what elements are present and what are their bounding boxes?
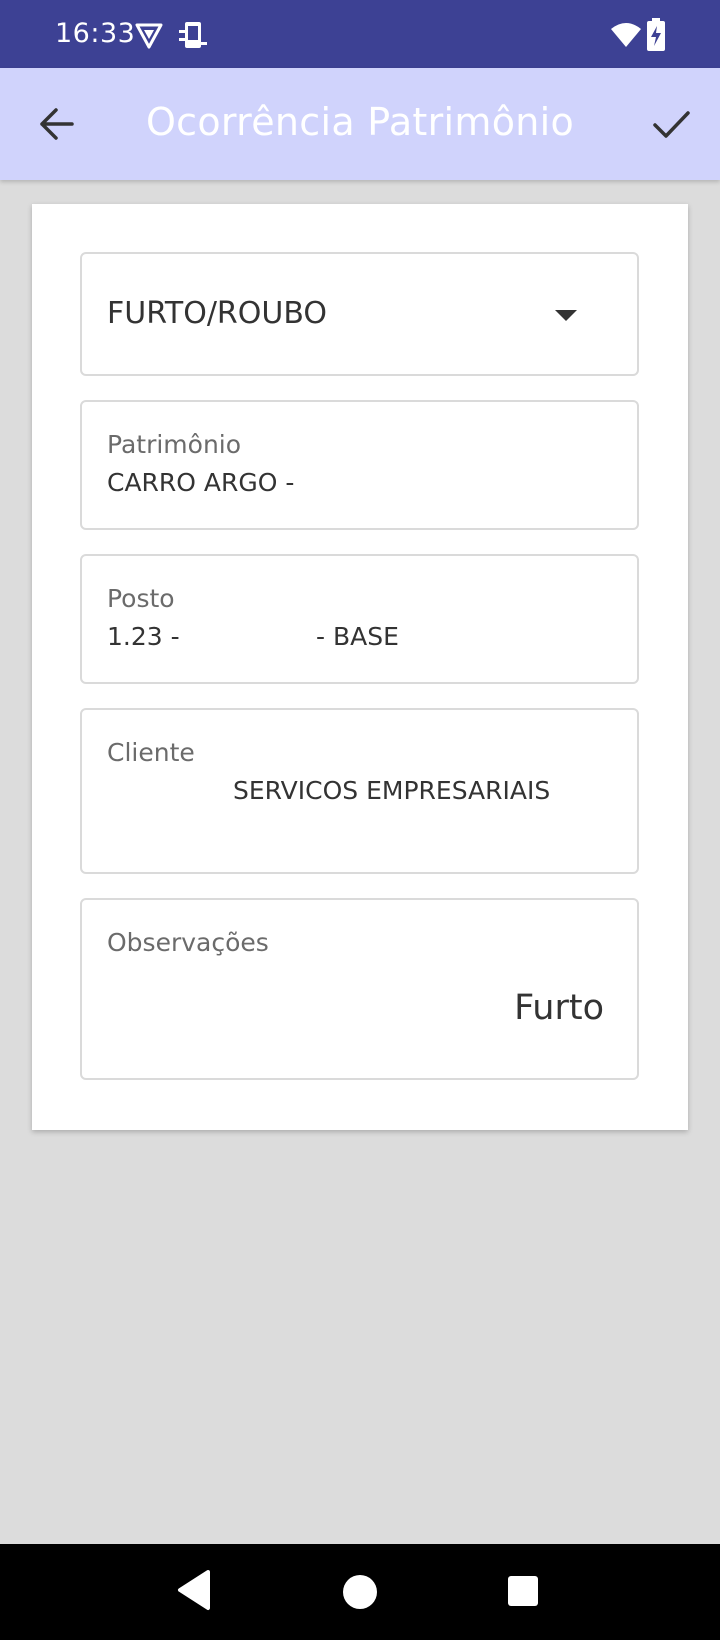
occurrence-type-select[interactable]: FURTO/ROUBO xyxy=(80,252,639,376)
battery-charging-icon xyxy=(646,18,666,56)
status-time: 16:33 xyxy=(55,18,136,49)
page-title: Ocorrência Patrimônio xyxy=(145,100,575,144)
observacoes-value: Furto xyxy=(514,988,604,1028)
recents-square-icon xyxy=(508,1576,538,1606)
chevron-down-icon xyxy=(555,310,577,321)
posto-field[interactable]: Posto 1.23 - - BASE xyxy=(80,554,639,684)
patrimonio-field[interactable]: Patrimônio CARRO ARGO - xyxy=(80,400,639,530)
patrimonio-label: Patrimônio xyxy=(107,430,242,459)
nav-recents-button[interactable] xyxy=(507,1575,539,1611)
patrimonio-value: CARRO ARGO - xyxy=(107,468,295,497)
device-icon xyxy=(176,20,208,56)
app-bar: Ocorrência Patrimônio xyxy=(0,68,720,180)
observacoes-label: Observações xyxy=(107,928,269,957)
posto-label: Posto xyxy=(107,584,175,613)
posto-value-suffix: - BASE xyxy=(316,622,399,651)
wifi-icon xyxy=(610,22,642,52)
nav-home-button[interactable] xyxy=(342,1574,378,1614)
status-bar: 16:33 xyxy=(0,0,720,68)
cliente-value: SERVICOS EMPRESARIAIS xyxy=(233,776,551,805)
form-card: FURTO/ROUBO Patrimônio CARRO ARGO - Post… xyxy=(32,204,688,1130)
vpn-shield-icon xyxy=(134,22,164,54)
cliente-label: Cliente xyxy=(107,738,195,767)
home-circle-icon xyxy=(343,1575,377,1609)
nav-back-button[interactable] xyxy=(174,1568,214,1616)
cliente-field[interactable]: Cliente SERVICOS EMPRESARIAIS xyxy=(80,708,639,874)
occurrence-type-value: FURTO/ROUBO xyxy=(107,296,328,331)
observacoes-field[interactable]: Observações Furto xyxy=(80,898,639,1080)
check-icon xyxy=(653,111,690,138)
posto-value-prefix: 1.23 - xyxy=(107,622,180,651)
back-triangle-icon xyxy=(178,1570,210,1610)
confirm-button[interactable] xyxy=(645,98,697,150)
navigation-bar xyxy=(0,1544,720,1640)
